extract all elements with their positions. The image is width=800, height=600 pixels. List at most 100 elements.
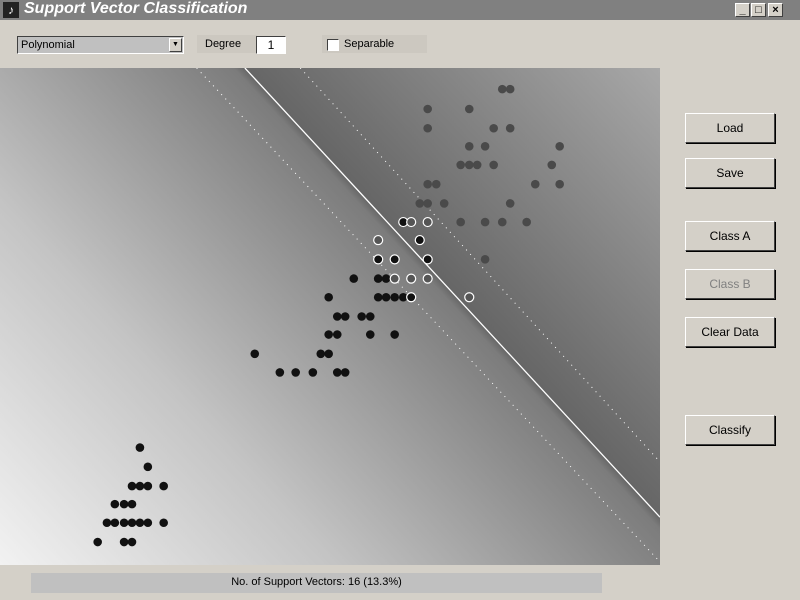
data-point-class-b <box>127 518 137 528</box>
data-point-class-b <box>143 462 153 472</box>
support-vector <box>373 254 384 265</box>
data-point-class-a <box>505 199 515 208</box>
data-point-class-b <box>127 499 137 509</box>
data-point-class-a <box>505 84 515 94</box>
load-button[interactable]: Load <box>685 113 775 143</box>
data-point-class-b <box>119 537 129 547</box>
data-point-class-b <box>275 368 285 377</box>
data-point-class-b <box>127 537 137 547</box>
support-vector <box>389 254 400 265</box>
status-bar: No. of Support Vectors: 16 (13.3%) <box>31 573 602 593</box>
matlab-icon[interactable]: ♪ <box>3 2 19 18</box>
data-point-class-a <box>423 199 432 208</box>
data-point-class-b <box>332 312 342 321</box>
data-point-class-b <box>332 330 342 339</box>
data-point-class-a <box>547 160 557 170</box>
data-point-class-a <box>489 160 498 170</box>
data-point-class-a <box>480 255 490 264</box>
data-point-class-a <box>415 199 425 208</box>
support-vector <box>422 216 433 228</box>
data-point-class-b <box>143 481 153 491</box>
data-point-class-b <box>365 330 375 339</box>
data-point-class-b <box>159 481 168 491</box>
data-point-class-b <box>365 312 375 321</box>
kernel-select[interactable]: Polynomial ▼ <box>17 36 184 54</box>
data-point-class-b <box>349 274 359 283</box>
data-point-class-b <box>159 518 168 528</box>
data-point-class-a <box>480 141 490 151</box>
data-point-class-b <box>324 292 333 302</box>
support-vector <box>422 273 433 284</box>
classification-plot[interactable] <box>0 68 660 565</box>
data-point-class-b <box>324 330 333 339</box>
data-point-class-b <box>250 349 260 359</box>
data-point-class-a <box>530 179 540 189</box>
data-point-class-b <box>110 499 120 509</box>
data-point-class-b <box>143 518 153 528</box>
data-point-class-b <box>135 443 145 452</box>
data-point-class-b <box>390 330 399 339</box>
support-vector <box>422 254 433 265</box>
data-point-class-b <box>110 518 120 528</box>
minimize-button[interactable]: _ <box>735 3 750 17</box>
data-point-class-b <box>119 499 129 509</box>
data-point-class-b <box>373 292 383 302</box>
data-point-class-b <box>332 368 342 377</box>
support-vector <box>406 273 417 284</box>
data-point-class-b <box>308 368 318 377</box>
data-point-class-b <box>381 292 391 302</box>
classify-button[interactable]: Classify <box>685 415 775 445</box>
data-point-class-a <box>555 179 564 189</box>
support-vector <box>373 234 384 246</box>
data-point-class-b <box>324 349 333 359</box>
data-point-class-a <box>464 104 474 114</box>
data-point-class-b <box>340 312 350 321</box>
degree-input[interactable]: 1 <box>256 36 286 54</box>
data-point-class-b <box>102 518 112 528</box>
title-bar: ♪ Support Vector Classification _ □ × <box>0 0 800 20</box>
class-b-button[interactable]: Class B <box>685 269 775 299</box>
support-vector <box>414 234 425 246</box>
data-point-class-a <box>472 160 482 170</box>
data-point-class-a <box>464 160 474 170</box>
separable-checkbox[interactable] <box>327 39 339 51</box>
data-point-class-a <box>497 217 507 227</box>
kernel-value: Polynomial <box>21 39 75 51</box>
support-vector <box>464 292 475 303</box>
support-vector <box>406 216 417 228</box>
data-point-class-a <box>480 217 490 227</box>
close-button[interactable]: × <box>768 3 783 17</box>
data-point-class-b <box>340 368 350 377</box>
data-point-class-b <box>135 518 145 528</box>
data-point-class-a <box>439 199 449 208</box>
data-point-class-a <box>505 123 515 133</box>
data-point-class-a <box>423 104 432 114</box>
support-vector <box>389 273 400 284</box>
data-point-class-a <box>522 217 531 227</box>
data-point-class-a <box>423 179 432 189</box>
data-point-class-a <box>489 123 498 133</box>
data-point-class-b <box>316 349 326 359</box>
data-point-class-b <box>135 481 145 491</box>
data-point-class-a <box>555 141 564 151</box>
data-point-class-b <box>390 292 399 302</box>
data-point-class-a <box>464 141 474 151</box>
class-a-button[interactable]: Class A <box>685 221 775 251</box>
data-point-class-b <box>127 481 137 491</box>
data-point-class-a <box>431 179 441 189</box>
data-point-class-b <box>357 312 366 321</box>
data-point-class-a <box>497 84 507 94</box>
data-point-class-b <box>93 537 102 547</box>
data-point-class-a <box>423 123 432 133</box>
data-point-class-b <box>291 368 300 377</box>
data-point-class-a <box>456 160 465 170</box>
save-button[interactable]: Save <box>685 158 775 188</box>
window-title: Support Vector Classification <box>24 0 248 17</box>
clear-data-button[interactable]: Clear Data <box>685 317 775 347</box>
data-point-class-b <box>381 274 391 283</box>
data-point-class-b <box>119 518 129 528</box>
degree-label: Degree <box>197 35 257 53</box>
support-vector <box>406 292 417 303</box>
chevron-down-icon[interactable]: ▼ <box>169 38 182 52</box>
maximize-button[interactable]: □ <box>751 3 766 17</box>
